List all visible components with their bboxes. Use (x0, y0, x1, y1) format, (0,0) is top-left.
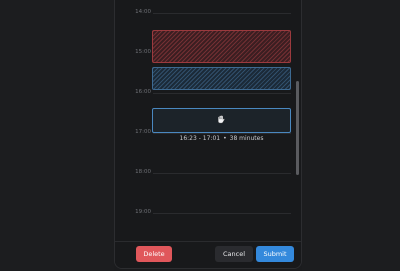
selection-time-range: 16:23 - 17:01 • 38 minutes (179, 135, 264, 142)
busy-event-blue[interactable] (152, 67, 291, 90)
range-separator: • (223, 135, 227, 142)
cancel-button[interactable]: Cancel (215, 246, 253, 262)
grab-hand-icon[interactable] (216, 114, 226, 124)
delete-button[interactable]: Delete (136, 246, 172, 262)
submit-button[interactable]: Submit (256, 246, 294, 262)
hour-line-14 (153, 13, 291, 14)
hour-label-17: 17:00 (135, 129, 151, 135)
hour-line-17 (153, 133, 291, 134)
selection-end: 17:01 (202, 135, 221, 142)
event-editor-modal: 14:00 15:00 16:00 17:00 18:00 19:00 16:2… (114, 0, 302, 269)
day-timeline[interactable]: 14:00 15:00 16:00 17:00 18:00 19:00 16:2… (115, 0, 299, 237)
hour-label-15: 15:00 (135, 49, 151, 55)
hour-line-18 (153, 173, 291, 174)
hour-line-16 (153, 93, 291, 94)
hour-label-18: 18:00 (135, 169, 151, 175)
busy-event-red[interactable] (152, 30, 291, 63)
backdrop-right (302, 0, 400, 271)
hour-label-16: 16:00 (135, 89, 151, 95)
selection-duration: 38 minutes (229, 135, 264, 142)
timeline-scrollbar[interactable] (296, 81, 299, 175)
selection-start: 16:23 (179, 135, 197, 142)
hour-line-19 (153, 213, 291, 214)
backdrop-left (0, 0, 114, 271)
hour-label-19: 19:00 (135, 209, 151, 215)
hour-label-14: 14:00 (135, 9, 151, 15)
new-event-block[interactable] (152, 108, 291, 133)
modal-footer: Delete Cancel Submit (115, 241, 301, 268)
